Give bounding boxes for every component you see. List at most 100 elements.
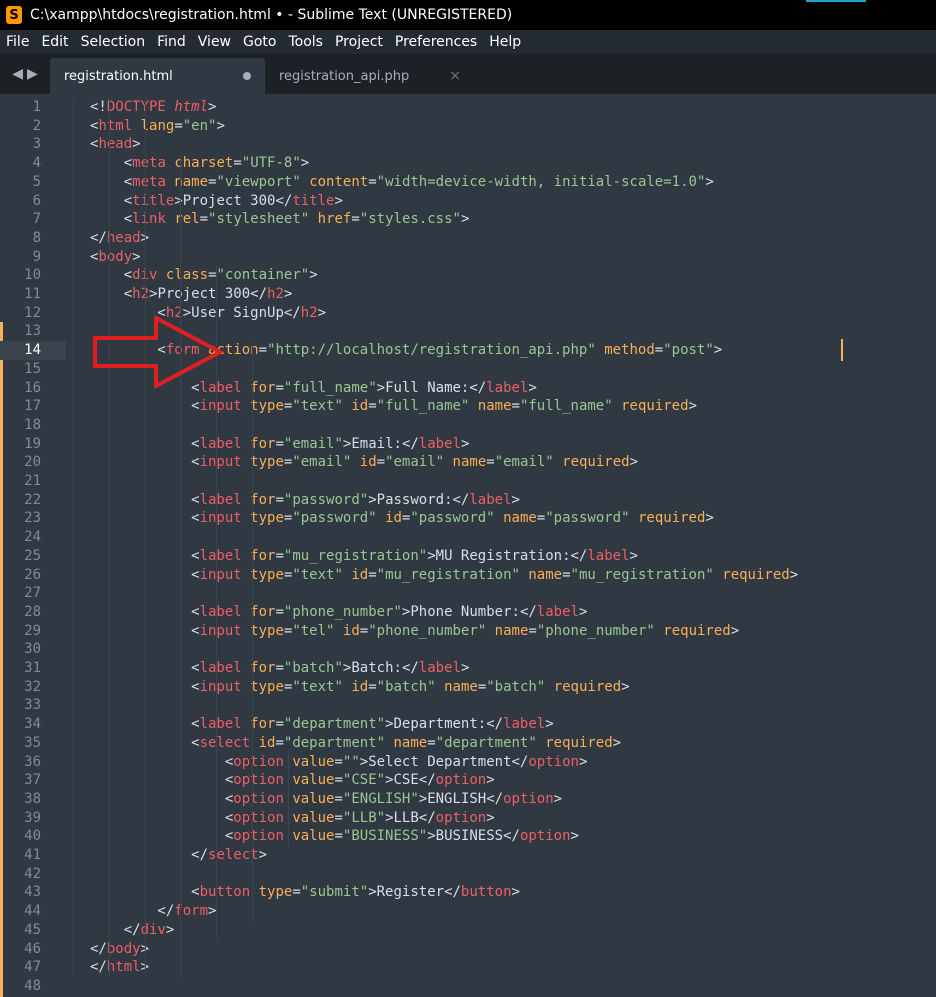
menu-edit[interactable]: Edit [41,34,68,50]
code-line[interactable]: 28 <label for="phone_number">Phone Numbe… [0,603,936,622]
code-line[interactable]: 45 </div> [0,921,936,940]
code-line[interactable]: 41 </select> [0,846,936,865]
code-line[interactable]: 18 [0,416,936,435]
code-line[interactable]: 9 <body> [0,248,936,267]
code-token: option [435,772,487,789]
code-token: id [258,734,276,751]
line-number: 23 [24,510,41,527]
code-line[interactable]: 32 <input type="text" id="batch" name="b… [0,678,936,697]
code-line[interactable]: 22 <label for="password">Password:</labe… [0,491,936,510]
code-text: </select> [90,846,267,865]
code-token: value [292,753,335,770]
code-token: < [90,809,234,826]
code-token: label [536,603,579,620]
code-token: "viewport" [216,173,301,190]
code-token: label [199,660,242,676]
menu-goto[interactable]: Goto [243,34,276,50]
code-token: name [477,398,512,415]
code-line[interactable]: 24 [0,528,936,547]
code-line[interactable]: 10 <div class="container"> [0,266,936,285]
code-token: "styles.css" [359,211,461,228]
menu-tools[interactable]: Tools [288,34,323,50]
menu-project[interactable]: Project [335,34,383,50]
code-line[interactable]: 25 <label for="mu_registration">MU Regis… [0,547,936,566]
code-line[interactable]: 31 <label for="batch">Batch:</label> [0,659,936,678]
code-line[interactable]: 46 </body> [0,940,936,959]
close-icon[interactable]: × [449,68,461,84]
code-line[interactable]: 44 </form> [0,902,936,921]
code-line[interactable]: 20 <input type="email" id="email" name="… [0,453,936,472]
code-text: <meta charset="UTF-8"> [90,154,310,173]
code-line[interactable]: 34 <label for="department">Department:</… [0,715,936,734]
code-text: <h2>Project 300</h2> [90,285,293,304]
tab-registration-api-php[interactable]: registration_api.php × [265,58,475,94]
menu-selection[interactable]: Selection [81,34,146,50]
code-line[interactable]: 27 [0,584,936,603]
code-line[interactable]: 38 <option value="ENGLISH">ENGLISH</opti… [0,790,936,809]
menu-find[interactable]: Find [157,34,186,50]
code-line[interactable]: 23 <input type="password" id="password" … [0,509,936,528]
code-line[interactable]: 5 <meta name="viewport" content="width=d… [0,173,936,192]
code-line[interactable]: 29 <input type="tel" id="phone_number" n… [0,622,936,641]
menu-preferences[interactable]: Preferences [395,34,477,50]
code-token: "email" [385,454,445,471]
menu-help[interactable]: Help [489,34,521,50]
code-token: for [250,547,276,564]
code-line[interactable]: 26 <input type="text" id="mu_registratio… [0,566,936,585]
code-token: "phone_number" [368,622,487,639]
code-token: "phone_number" [283,603,402,620]
code-token: html [174,99,209,115]
code-line[interactable]: 6 <title>Project 300</title> [0,192,936,211]
code-line[interactable]: 4 <meta charset="UTF-8"> [0,154,936,173]
code-line[interactable]: 3 <head> [0,135,936,154]
code-token: < [90,211,133,228]
code-line[interactable]: 39 <option value="LLB">LLB</option> [0,809,936,828]
code-line[interactable]: 48 [0,977,936,996]
code-text: <meta name="viewport" content="width=dev… [90,173,714,192]
forward-arrow-icon[interactable]: ▶ [27,66,38,82]
code-token: option [528,753,579,770]
code-line[interactable]: 7 <link rel="stylesheet" href="styles.cs… [0,210,936,229]
code-line[interactable]: 1 <!DOCTYPE html> [0,98,936,117]
line-number: 24 [24,529,41,546]
code-token: = [368,173,377,190]
code-token: option [233,790,284,807]
code-line[interactable]: 47 </html> [0,958,936,977]
code-token: "full_name" [376,398,470,415]
code-line[interactable]: 37 <option value="CSE">CSE</option> [0,771,936,790]
unsaved-dot-icon[interactable] [243,72,251,80]
code-token: > [174,192,183,209]
code-line[interactable]: 42 [0,865,936,884]
code-token: </ [486,716,504,733]
code-token: = [275,716,284,733]
code-line[interactable]: 40 <option value="BUSINESS">BUSINESS</op… [0,827,936,846]
line-number: 20 [24,454,41,471]
menu-file[interactable]: File [6,34,29,50]
code-token: for [250,603,276,620]
code-line[interactable]: 2 <html lang="en"> [0,117,936,136]
code-line[interactable]: 35 <select id="department" name="departm… [0,734,936,753]
code-line[interactable]: 19 <label for="email">Email:</label> [0,435,936,454]
editor-pane[interactable]: 1 <!DOCTYPE html> 2 <html lang="en"> 3 <head>… [0,94,936,997]
code-token: html [98,117,133,134]
menu-view[interactable]: View [198,34,231,50]
back-arrow-icon[interactable]: ◀ [12,66,23,82]
code-line[interactable]: 21 [0,472,936,491]
code-token: "password" [283,491,369,508]
tab-registration-html[interactable]: registration.html [50,58,265,94]
code-line[interactable]: 33 [0,696,936,715]
code-token: = [292,884,301,901]
code-token: h2 [300,304,318,321]
code-token: Register [376,884,445,901]
code-token: "email" [494,454,554,471]
code-token: < [90,753,234,770]
code-line[interactable]: 8 </head> [0,229,936,248]
code-line[interactable]: 36 <option value="">Select Department</o… [0,753,936,772]
indent-guide [252,341,253,921]
code-line[interactable]: 30 [0,640,936,659]
code-line[interactable]: 17 <input type="text" id="full_name" nam… [0,397,936,416]
code-line[interactable]: 11 <h2>Project 300</h2> [0,285,936,304]
code-line[interactable]: 43 <button type="submit">Register</butto… [0,883,936,902]
